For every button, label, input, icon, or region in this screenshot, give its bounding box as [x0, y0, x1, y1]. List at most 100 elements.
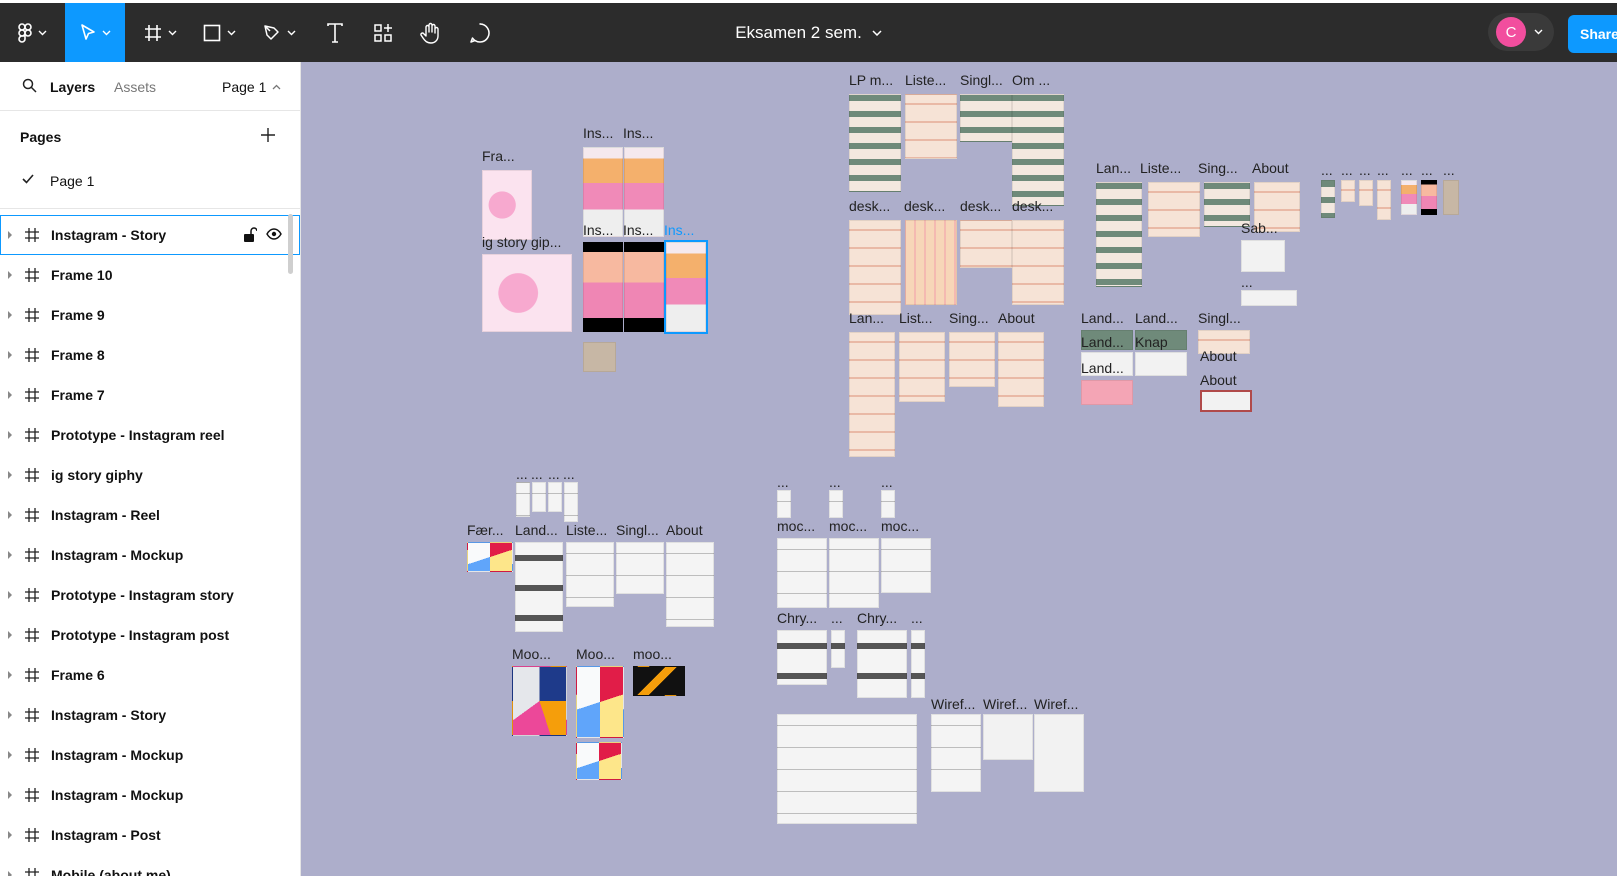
frame-label[interactable]: ...: [911, 610, 923, 626]
frame-label[interactable]: ...: [1377, 162, 1389, 178]
frame-thumbnail[interactable]: [1321, 180, 1335, 218]
caret-right-icon[interactable]: [7, 831, 13, 839]
caret-right-icon[interactable]: [7, 471, 13, 479]
resources-tool-button[interactable]: [366, 3, 400, 62]
frame-thumbnail[interactable]: [1200, 390, 1252, 412]
layer-row[interactable]: Instagram - Story: [0, 215, 300, 255]
frame-thumbnail[interactable]: [666, 542, 714, 627]
frame-label[interactable]: Land...: [515, 522, 558, 538]
document-title-button[interactable]: Eksamen 2 sem.: [735, 23, 882, 43]
frame-thumbnail[interactable]: [829, 538, 879, 608]
frame-thumbnail[interactable]: [829, 490, 843, 518]
frame-label[interactable]: Land...: [1081, 334, 1124, 350]
frame-label[interactable]: About: [1200, 372, 1237, 388]
tab-assets[interactable]: Assets: [114, 79, 156, 95]
frame-label[interactable]: Fær...: [467, 522, 504, 538]
layer-row[interactable]: Instagram - Mockup: [0, 775, 300, 815]
frame-thumbnail[interactable]: [831, 630, 845, 668]
frame-thumbnail[interactable]: [576, 742, 622, 780]
frame-label[interactable]: Liste...: [905, 72, 946, 88]
frame-label[interactable]: ...: [1341, 162, 1353, 178]
frame-thumbnail[interactable]: [777, 630, 827, 685]
layer-row[interactable]: Instagram - Mockup: [0, 735, 300, 775]
frame-label[interactable]: About: [1252, 160, 1289, 176]
frame-thumbnail[interactable]: [960, 220, 1012, 268]
frame-label[interactable]: Fra...: [482, 148, 515, 164]
frame-label[interactable]: Lan...: [1096, 160, 1131, 176]
frame-label[interactable]: moc...: [829, 518, 867, 534]
layer-row[interactable]: Frame 9: [0, 295, 300, 335]
frame-label[interactable]: ...: [1401, 162, 1413, 178]
page-selector[interactable]: Page 1: [222, 79, 281, 95]
frame-label[interactable]: Moo...: [512, 646, 551, 662]
hand-tool-button[interactable]: [413, 3, 449, 62]
frame-thumbnail[interactable]: [512, 666, 567, 736]
caret-right-icon[interactable]: [7, 791, 13, 799]
selected-frame[interactable]: [664, 240, 708, 334]
frame-thumbnail[interactable]: [1421, 180, 1437, 215]
layer-row[interactable]: Prototype - Instagram story: [0, 575, 300, 615]
frame-thumbnail[interactable]: [564, 482, 578, 522]
frame-label[interactable]: Sing...: [949, 310, 989, 326]
frame-thumbnail[interactable]: [857, 630, 907, 698]
pen-tool-button[interactable]: [257, 3, 301, 62]
caret-right-icon[interactable]: [7, 351, 13, 359]
frame-thumbnail[interactable]: [960, 94, 1012, 142]
frame-thumbnail[interactable]: [1341, 180, 1355, 202]
frame-label[interactable]: Ins...: [623, 222, 653, 238]
frame-label[interactable]: Wiref...: [931, 696, 975, 712]
unlock-icon[interactable]: [243, 227, 257, 243]
frame-label[interactable]: Land...: [1081, 310, 1124, 326]
frame-thumbnail[interactable]: [566, 542, 614, 607]
frame-thumbnail[interactable]: [777, 538, 827, 608]
frame-label[interactable]: About: [1200, 348, 1237, 364]
frame-thumbnail[interactable]: [1034, 714, 1084, 792]
add-page-icon[interactable]: [260, 127, 276, 143]
frame-thumbnail[interactable]: [931, 714, 981, 792]
frame-thumbnail[interactable]: [905, 220, 957, 305]
frame-label[interactable]: Ins...: [583, 125, 613, 141]
frame-label[interactable]: About: [666, 522, 703, 538]
caret-right-icon[interactable]: [7, 391, 13, 399]
caret-right-icon[interactable]: [7, 271, 13, 279]
caret-right-icon[interactable]: [7, 751, 13, 759]
caret-right-icon[interactable]: [7, 871, 13, 876]
frame-label[interactable]: Wiref...: [983, 696, 1027, 712]
layer-row[interactable]: Mobile (about me): [0, 855, 300, 876]
frame-thumbnail[interactable]: [1012, 220, 1064, 305]
frame-label[interactable]: Sab...: [1241, 220, 1278, 236]
search-icon[interactable]: [22, 78, 37, 93]
frame-tool-button[interactable]: [138, 3, 182, 62]
frame-label[interactable]: desk...: [849, 198, 890, 214]
design-canvas[interactable]: Fra... Ins... Ins... ig story gip... Ins…: [301, 62, 1617, 876]
frame-label[interactable]: Sing...: [1198, 160, 1238, 176]
caret-right-icon[interactable]: [7, 551, 13, 559]
move-tool-button[interactable]: [65, 3, 125, 62]
caret-right-icon[interactable]: [7, 631, 13, 639]
layer-row[interactable]: Instagram - Mockup: [0, 535, 300, 575]
eye-icon[interactable]: [266, 228, 282, 240]
frame-label[interactable]: Lan...: [849, 310, 884, 326]
frame-thumbnail[interactable]: [624, 242, 664, 332]
multiplayer-avatars[interactable]: C: [1488, 13, 1554, 51]
frame-thumbnail[interactable]: [1241, 290, 1297, 306]
caret-right-icon[interactable]: [7, 671, 13, 679]
caret-right-icon[interactable]: [7, 231, 13, 239]
frame-thumbnail[interactable]: [532, 482, 546, 512]
frame-thumbnail[interactable]: [1359, 180, 1373, 206]
text-tool-button[interactable]: [318, 3, 352, 62]
frame-thumbnail[interactable]: [1377, 180, 1391, 220]
frame-thumbnail[interactable]: [849, 94, 901, 192]
layers-scrollbar[interactable]: [288, 214, 293, 274]
frame-thumbnail[interactable]: [881, 490, 895, 518]
tab-layers[interactable]: Layers: [50, 79, 95, 95]
caret-right-icon[interactable]: [7, 511, 13, 519]
frame-thumbnail[interactable]: [998, 332, 1044, 407]
frame-thumbnail[interactable]: [949, 332, 995, 387]
layer-row[interactable]: Prototype - Instagram post: [0, 615, 300, 655]
frame-label[interactable]: desk...: [960, 198, 1001, 214]
layer-row[interactable]: Instagram - Story: [0, 695, 300, 735]
frame-label[interactable]: LP m...: [849, 72, 893, 88]
frame-thumbnail[interactable]: [633, 666, 685, 696]
frame-label[interactable]: ...: [1421, 162, 1433, 178]
